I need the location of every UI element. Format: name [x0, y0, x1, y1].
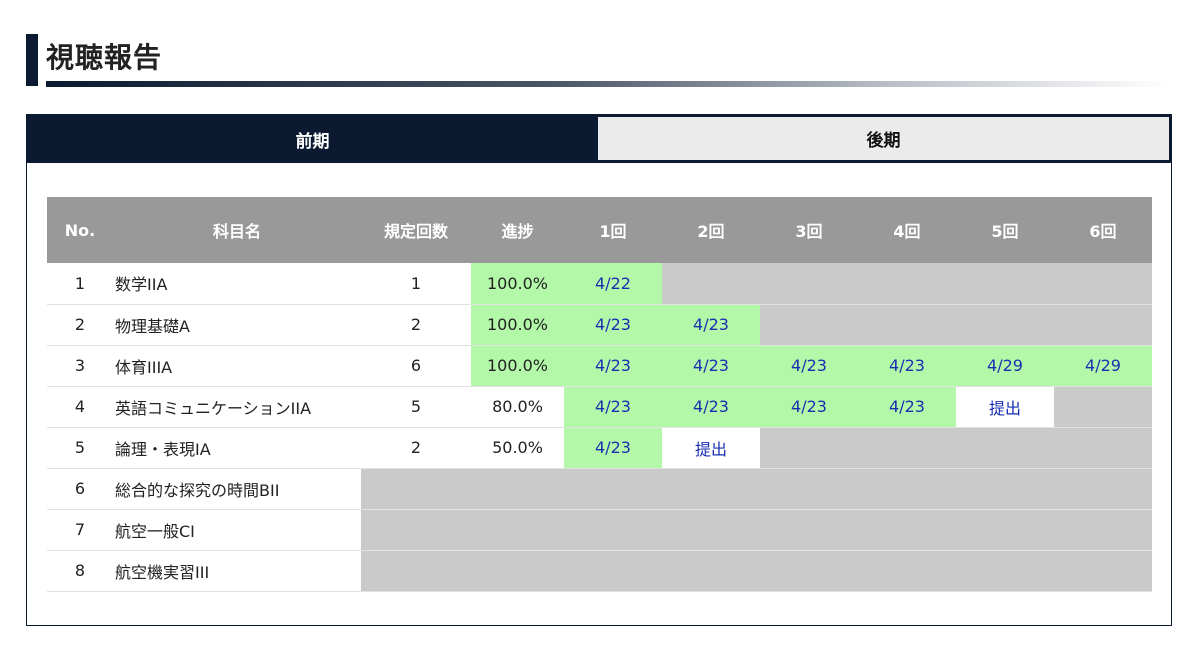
row-required: 5 [361, 386, 471, 428]
row-required: 6 [361, 345, 471, 387]
row-unavailable [361, 550, 1152, 592]
table-row: 3 体育IIIA 6 100.0% 4/23 4/23 4/23 4/23 4/… [47, 345, 1152, 387]
row-subject: 体育IIIA [113, 345, 361, 387]
term-tabs: 前期 後期 [27, 115, 1171, 163]
page-title: 視聴報告 [46, 41, 163, 74]
session-cell: 4/23 [564, 427, 662, 469]
row-subject: 英語コミュニケーションIIA [113, 386, 361, 428]
row-no: 6 [47, 468, 113, 510]
header-session-1: 1回 [564, 197, 662, 263]
row-progress: 100.0% [471, 304, 564, 346]
tab-second-term[interactable]: 後期 [598, 115, 1171, 163]
table-header-row: No. 科目名 規定回数 進捗 1回 2回 3回 4回 5回 6回 [47, 197, 1152, 263]
row-subject: 総合的な探究の時間BII [113, 468, 361, 510]
row-progress: 80.0% [471, 386, 564, 428]
session-cell: 4/29 [956, 345, 1054, 387]
row-no: 3 [47, 345, 113, 387]
session-cell: 4/22 [564, 263, 662, 305]
session-unavailable [760, 304, 1152, 346]
header-progress: 進捗 [471, 197, 564, 263]
session-cell: 4/23 [662, 304, 760, 346]
session-cell: 4/23 [564, 345, 662, 387]
header-required: 規定回数 [361, 197, 471, 263]
table-row: 8 航空機実習III [47, 550, 1152, 592]
table-row: 5 論理・表現IA 2 50.0% 4/23 提出 [47, 427, 1152, 469]
row-unavailable [361, 468, 1152, 510]
table-row: 6 総合的な探究の時間BII [47, 468, 1152, 510]
row-no: 2 [47, 304, 113, 346]
row-subject: 数学IIA [113, 263, 361, 305]
session-cell: 4/23 [858, 345, 956, 387]
session-cell: 4/23 [662, 345, 760, 387]
session-cell: 4/23 [564, 304, 662, 346]
row-no: 4 [47, 386, 113, 428]
session-submit-link[interactable]: 提出 [956, 386, 1054, 428]
header-session-5: 5回 [956, 197, 1054, 263]
header-session-3: 3回 [760, 197, 858, 263]
table-row: 2 物理基礎A 2 100.0% 4/23 4/23 [47, 304, 1152, 346]
row-required: 1 [361, 263, 471, 305]
session-cell: 4/23 [858, 386, 956, 428]
session-cell: 4/23 [662, 386, 760, 428]
session-submit-link[interactable]: 提出 [662, 427, 760, 469]
viewing-report-table: No. 科目名 規定回数 進捗 1回 2回 3回 4回 5回 6回 1 数学II… [47, 197, 1152, 592]
row-subject: 物理基礎A [113, 304, 361, 346]
session-unavailable [662, 263, 1152, 305]
row-required: 2 [361, 304, 471, 346]
report-panel: 前期 後期 No. 科目名 規定回数 進捗 1回 2回 3回 4回 5回 6回 [26, 114, 1172, 626]
row-subject: 論理・表現IA [113, 427, 361, 469]
header-subject: 科目名 [113, 197, 361, 263]
session-unavailable [1054, 386, 1152, 428]
row-progress: 100.0% [471, 345, 564, 387]
row-progress: 50.0% [471, 427, 564, 469]
row-subject: 航空機実習III [113, 550, 361, 592]
row-no: 1 [47, 263, 113, 305]
table-row: 7 航空一般CI [47, 509, 1152, 551]
table-row: 1 数学IIA 1 100.0% 4/22 [47, 263, 1152, 305]
title-underline [46, 81, 1170, 87]
tab-first-term[interactable]: 前期 [27, 115, 598, 163]
row-subject: 航空一般CI [113, 509, 361, 551]
header-session-2: 2回 [662, 197, 760, 263]
title-accent-bar [26, 34, 38, 86]
header-session-6: 6回 [1054, 197, 1152, 263]
row-no: 8 [47, 550, 113, 592]
row-unavailable [361, 509, 1152, 551]
session-cell: 4/29 [1054, 345, 1152, 387]
session-cell: 4/23 [760, 345, 858, 387]
session-cell: 4/23 [760, 386, 858, 428]
row-no: 7 [47, 509, 113, 551]
row-progress: 100.0% [471, 263, 564, 305]
table-row: 4 英語コミュニケーションIIA 5 80.0% 4/23 4/23 4/23 … [47, 386, 1152, 428]
row-required: 2 [361, 427, 471, 469]
session-cell: 4/23 [564, 386, 662, 428]
row-no: 5 [47, 427, 113, 469]
header-no: No. [47, 197, 113, 263]
header-session-4: 4回 [858, 197, 956, 263]
session-unavailable [760, 427, 1152, 469]
